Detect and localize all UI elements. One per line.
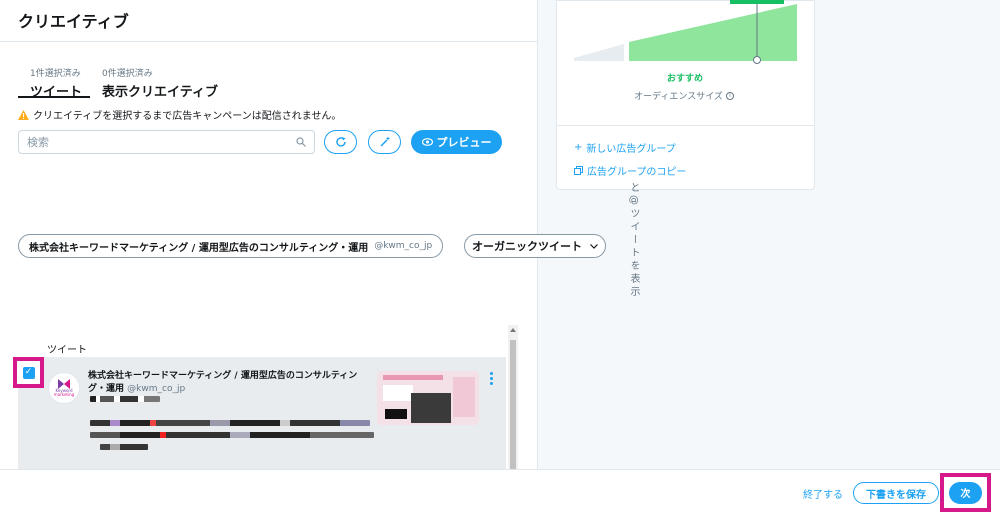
organic-tweet-dropdown[interactable]: オーガニックツイート — [464, 234, 606, 258]
warning-icon — [18, 109, 29, 120]
copy-ad-group-link[interactable]: 広告グループのコピー — [574, 163, 686, 178]
tab-label: 表示クリエイティブ — [102, 85, 218, 100]
card-divider — [556, 125, 815, 126]
blurred-text — [90, 432, 374, 438]
account-name: 株式会社キーワードマーケティング / 運用型広告のコンサルティング・運用 — [29, 242, 369, 254]
active-tab-indicator — [18, 96, 90, 98]
account-handle: @kwm_co_jp — [374, 241, 433, 251]
copy-icon — [574, 166, 583, 175]
save-draft-button[interactable]: 下書きを保存 — [853, 482, 939, 504]
blurred-text — [100, 444, 148, 450]
avatar: Keyword marketing — [48, 372, 80, 404]
organic-label: オーガニックツイート — [472, 240, 582, 253]
tab-display-creatives[interactable]: 0件選択済み 表示クリエイティブ — [102, 66, 218, 100]
magic-wand-icon — [379, 137, 389, 147]
tab-tweets[interactable]: 1件選択済み ツイート — [30, 66, 82, 100]
search-field[interactable] — [18, 130, 315, 154]
account-filter[interactable]: 株式会社キーワードマーケティング / 運用型広告のコンサルティング・運用 @kw… — [18, 234, 444, 258]
more-options-icon[interactable] — [490, 372, 493, 385]
blurred-text — [90, 396, 160, 402]
tweet-list-header: ツイート — [47, 345, 87, 356]
blurred-text — [90, 420, 370, 426]
tab-count: 0件選択済み — [102, 69, 153, 79]
recommend-label: おすすめ — [667, 74, 704, 84]
tweet-select-highlight: ✓ — [13, 357, 44, 388]
refresh-icon — [335, 137, 346, 147]
footer-bar — [0, 469, 1000, 518]
tweet-checkbox[interactable]: ✓ — [22, 366, 35, 379]
scrollbar-thumb[interactable] — [510, 340, 516, 469]
audience-gauge — [574, 0, 797, 64]
copy-ad-group-label: 広告グループのコピー — [587, 167, 687, 178]
tab-count: 1件選択済み — [30, 69, 81, 79]
vertical-label: と@ツイートを表示 — [628, 182, 639, 299]
audience-size-label: オーディエンスサイズ i — [634, 89, 734, 102]
section-title: クリエイティブ — [18, 12, 129, 31]
tweet-author: 株式会社キーワードマーケティング / 運用型広告のコンサルティング・運用 @kw… — [88, 370, 368, 396]
tweet-author-handle: @kwm_co_jp — [127, 384, 186, 394]
tweet-media-thumbnail — [377, 371, 479, 425]
preview-button[interactable]: プレビュー — [411, 130, 502, 154]
scroll-up-arrow-icon[interactable] — [510, 328, 516, 332]
avatar-brand-line2: marketing — [53, 392, 75, 397]
refresh-button[interactable] — [324, 130, 357, 154]
search-input[interactable] — [27, 135, 296, 149]
end-link[interactable]: 終了する — [803, 486, 843, 501]
info-icon[interactable]: i — [725, 91, 734, 100]
eye-icon — [421, 138, 433, 146]
magic-wand-button[interactable] — [368, 130, 401, 154]
title-divider — [0, 41, 538, 42]
next-button-highlight: 次 — [940, 473, 991, 512]
search-icon — [296, 137, 306, 147]
new-ad-group-label: 新しい広告グループ — [586, 144, 676, 155]
next-button[interactable]: 次 — [949, 481, 982, 504]
chevron-down-icon — [590, 243, 598, 249]
plus-icon: + — [574, 142, 583, 153]
new-ad-group-link[interactable]: + 新しい広告グループ — [574, 140, 676, 155]
warning-message: クリエイティブを選択するまで広告キャンペーンは配信されません。 — [18, 107, 341, 122]
audience-size-text: オーディエンスサイズ — [634, 92, 723, 102]
warning-text: クリエイティブを選択するまで広告キャンペーンは配信されません。 — [33, 111, 342, 122]
preview-label: プレビュー — [436, 136, 492, 149]
